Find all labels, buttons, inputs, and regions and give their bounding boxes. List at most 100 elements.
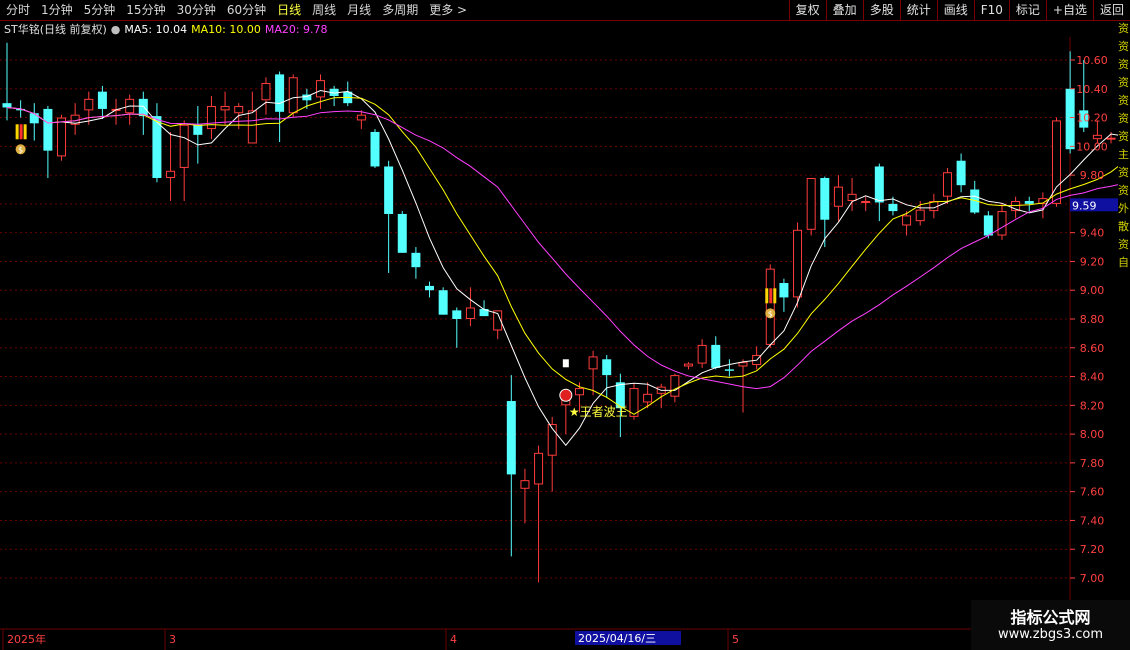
signal-marker-2-bar-a <box>765 288 769 304</box>
candle-bodies <box>2 74 1116 489</box>
side-label-0[interactable]: 资 <box>1118 20 1130 38</box>
candle-body-down <box>506 401 516 475</box>
side-label-9[interactable]: 资 <box>1118 182 1130 200</box>
tool-button-6[interactable]: 标记 <box>1008 0 1046 20</box>
ma20-line <box>6 107 1118 390</box>
side-label-1[interactable]: 资 <box>1118 38 1130 56</box>
side-label-11[interactable]: 散 <box>1118 218 1130 236</box>
candle-body-down <box>874 166 884 203</box>
candle-body-up <box>261 83 271 101</box>
candle-body-up <box>684 363 693 367</box>
side-label-13[interactable]: 自 <box>1118 254 1130 272</box>
tool-button-5[interactable]: F10 <box>973 0 1009 20</box>
candle-body-up <box>57 117 67 157</box>
period-tab-3[interactable]: 15分钟 <box>120 0 170 20</box>
candle-body-down <box>43 108 53 151</box>
price-tick-label: 8.60 <box>1080 342 1105 355</box>
tool-button-7[interactable]: +自选 <box>1045 0 1093 20</box>
tool-button-4[interactable]: 画线 <box>936 0 974 20</box>
candle-body-up <box>288 77 298 114</box>
candle-body-down <box>888 203 898 212</box>
tool-buttons: 复权 叠加 多股 统计 画线 F10 标记 +自选 返回 <box>788 0 1130 20</box>
side-label-6[interactable]: 资 <box>1118 128 1130 146</box>
candle-body-up <box>942 172 952 197</box>
period-tab-0[interactable]: 分时 <box>0 0 35 20</box>
candle-body-down <box>2 103 12 108</box>
candle-body-up <box>833 186 843 207</box>
kline-chart[interactable]: $$★王者波王 10.6010.4010.2010.009.809.609.40… <box>0 37 1118 650</box>
candle-body-down <box>384 166 394 214</box>
ma10-line <box>6 96 1118 415</box>
tool-button-3[interactable]: 统计 <box>899 0 937 20</box>
price-tick-label: 10.00 <box>1076 140 1108 153</box>
price-tick-label: 8.40 <box>1080 371 1105 384</box>
candle-body-up <box>520 480 530 489</box>
tool-button-1[interactable]: 叠加 <box>825 0 863 20</box>
signal-marker-2-bar-b <box>769 288 773 304</box>
candle-body-up <box>765 268 775 345</box>
side-label-5[interactable]: 资 <box>1118 110 1130 128</box>
ma10-value: MA10: 10.00 <box>191 22 261 36</box>
period-tab-1[interactable]: 1分钟 <box>35 0 78 20</box>
tool-button-2[interactable]: 多股 <box>862 0 900 20</box>
candle-body-up <box>697 344 707 364</box>
period-tab-10[interactable]: 更多 > <box>423 0 472 20</box>
signal-marker-1-bar-b <box>19 124 23 140</box>
tool-button-8[interactable]: 返回 <box>1092 0 1130 20</box>
period-tab-8[interactable]: 月线 <box>341 0 376 20</box>
side-label-3[interactable]: 资 <box>1118 74 1130 92</box>
candle-body-down <box>275 74 285 112</box>
candle-body-down <box>411 252 421 268</box>
candle-body-up <box>166 170 176 178</box>
side-label-7[interactable]: 主 <box>1118 146 1130 164</box>
side-label-4[interactable]: 资 <box>1118 92 1130 110</box>
price-tick-label: 9.00 <box>1080 284 1105 297</box>
candle-body-up <box>220 106 230 111</box>
settings-icon[interactable]: ● <box>111 23 121 36</box>
period-tab-6[interactable]: 日线 <box>271 0 306 20</box>
side-label-12[interactable]: 资 <box>1118 236 1130 254</box>
watermark-url: www.zbgs3.com <box>997 627 1104 642</box>
ma20-value: MA20: 9.78 <box>264 22 328 36</box>
signal-marker-2-money-bag-symbol: $ <box>768 309 773 318</box>
signal-ball-icon <box>559 388 573 402</box>
period-tab-9[interactable]: 多周期 <box>376 0 423 20</box>
cursor-date-label: 2025/04/16/三 <box>578 632 656 645</box>
signal-marker-1-money-bag-symbol: $ <box>18 145 23 154</box>
candle-body-up <box>588 356 598 370</box>
signal-flag <box>562 359 569 368</box>
period-tab-2[interactable]: 5分钟 <box>78 0 121 20</box>
candle-body-up <box>247 110 257 144</box>
candle-body-up <box>534 452 544 485</box>
period-tab-4[interactable]: 30分钟 <box>171 0 221 20</box>
candle-body-down <box>438 290 448 315</box>
candle-body-up <box>902 215 912 226</box>
price-tick-label: 7.60 <box>1080 486 1105 499</box>
date-label: 5 <box>732 633 739 646</box>
side-label-2[interactable]: 资 <box>1118 56 1130 74</box>
price-tick-label: 8.20 <box>1080 399 1105 412</box>
candle-body-down <box>724 369 734 371</box>
candle-body-down <box>779 283 789 298</box>
candle-body-up <box>793 229 803 298</box>
side-label-8[interactable]: 资 <box>1118 164 1130 182</box>
price-tick-label: 9.80 <box>1080 169 1105 182</box>
candle-body-up <box>643 393 653 403</box>
candle-body-up <box>315 80 325 98</box>
stock-title: ST华铭(日线 前复权) <box>4 23 107 36</box>
ma5-value: MA5: 10.04 <box>124 22 188 36</box>
candle-body-down <box>1024 201 1034 204</box>
candle-body-down <box>956 160 966 186</box>
price-tick-label: 7.20 <box>1080 543 1105 556</box>
candle-body-down <box>29 113 39 124</box>
candle-body-up <box>465 307 475 320</box>
date-label: 2025年 <box>7 632 46 646</box>
candle-body-up <box>574 388 584 396</box>
signal-markers: $ $ ★王者波王 <box>15 124 777 419</box>
period-tab-7[interactable]: 周线 <box>306 0 341 20</box>
period-tab-5[interactable]: 60分钟 <box>221 0 271 20</box>
price-tick-label: 9.40 <box>1080 227 1105 240</box>
candle-body-up <box>179 124 189 168</box>
tool-button-0[interactable]: 复权 <box>788 0 826 20</box>
side-label-10[interactable]: 外 <box>1118 200 1130 218</box>
